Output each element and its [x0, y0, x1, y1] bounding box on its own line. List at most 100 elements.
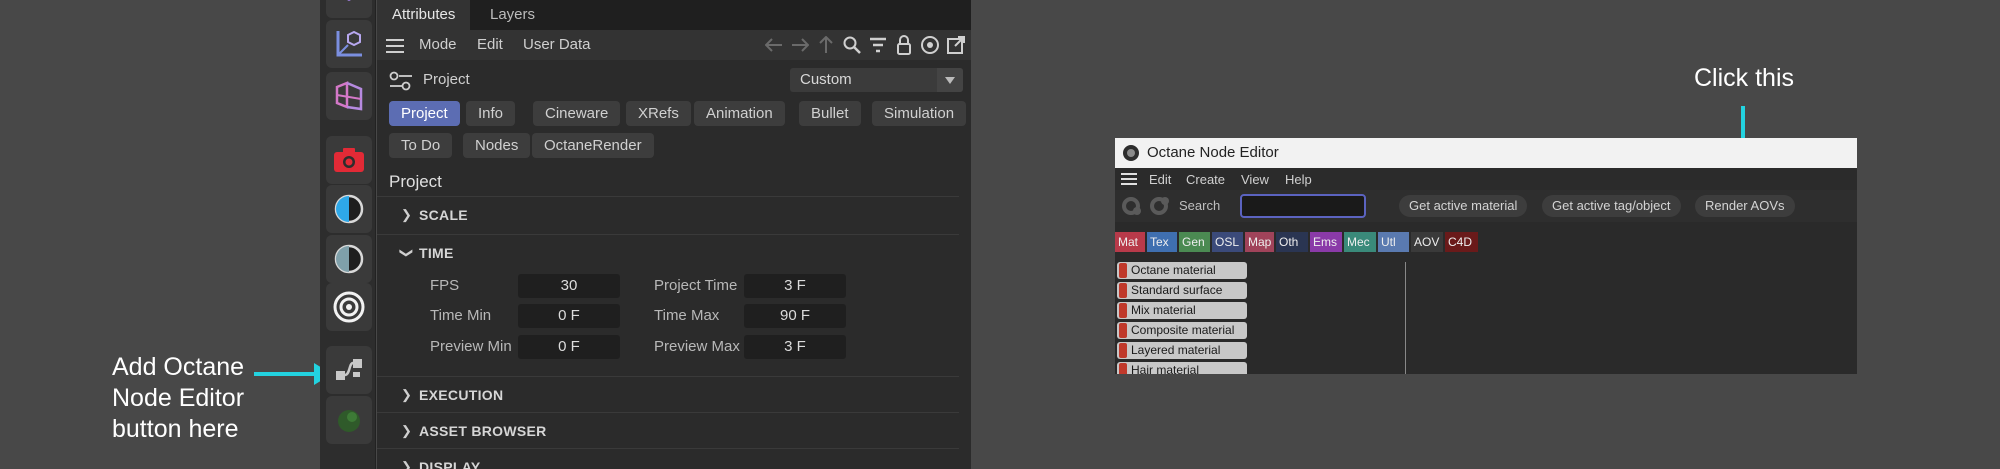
- category-mat[interactable]: Mat: [1115, 232, 1145, 252]
- list-item[interactable]: Composite material: [1117, 322, 1247, 339]
- tab-attributes[interactable]: Attributes: [377, 0, 471, 30]
- preset-value: Custom: [800, 71, 852, 88]
- list-item[interactable]: Octane material: [1117, 262, 1247, 279]
- category-oth[interactable]: Oth: [1276, 232, 1308, 252]
- group-scale[interactable]: ❯ SCALE: [377, 196, 959, 230]
- menu-edit[interactable]: Edit: [477, 30, 503, 60]
- pill-cineware[interactable]: Cineware: [533, 101, 621, 126]
- group-execution[interactable]: ❯ EXECUTION: [377, 376, 959, 410]
- annotation-add-button: Add Octane Node Editor button here: [112, 353, 245, 443]
- preview-min-field[interactable]: 0 F: [518, 335, 620, 359]
- toolbar-button-node-editor[interactable]: [326, 346, 372, 394]
- up-arrow-icon[interactable]: [815, 33, 837, 57]
- menu-mode[interactable]: Mode: [419, 30, 457, 60]
- tab-layers[interactable]: Layers: [475, 0, 550, 30]
- chevron-right-icon: ❯: [401, 459, 412, 469]
- object-row: Project Custom: [377, 64, 971, 96]
- list-item[interactable]: Standard surface: [1117, 282, 1247, 299]
- category-tex[interactable]: Tex: [1147, 232, 1177, 252]
- toolbar-button-fold[interactable]: [326, 72, 372, 120]
- chevron-right-icon: ❯: [401, 207, 412, 222]
- toolbar-button-target[interactable]: [326, 283, 372, 331]
- toolbar-button-axis[interactable]: [326, 20, 372, 68]
- gear-unlink-icon[interactable]: [1149, 196, 1171, 216]
- chevron-down-icon[interactable]: [937, 68, 963, 92]
- pill-nodes[interactable]: Nodes: [463, 133, 531, 158]
- toolbar-button-contrast-dark[interactable]: [326, 235, 372, 283]
- attribute-tabbar: Attributes Layers: [377, 0, 971, 30]
- group-time[interactable]: ❯ TIME: [377, 234, 959, 268]
- preview-max-label: Preview Max: [654, 338, 740, 355]
- get-active-material-button[interactable]: Get active material: [1399, 195, 1528, 217]
- toolbar-button-green[interactable]: [326, 396, 372, 444]
- filter-icon[interactable]: [867, 33, 889, 57]
- project-time-field[interactable]: 3 F: [744, 274, 846, 298]
- time-max-label: Time Max: [654, 307, 720, 324]
- back-arrow-icon[interactable]: [763, 33, 785, 57]
- preset-dropdown[interactable]: Custom: [790, 68, 963, 92]
- pill-xrefs[interactable]: XRefs: [626, 101, 691, 126]
- pill-todo[interactable]: To Do: [389, 133, 453, 158]
- time-min-field[interactable]: 0 F: [518, 304, 620, 328]
- target-small-icon[interactable]: [919, 33, 941, 57]
- list-item[interactable]: Mix material: [1117, 302, 1247, 319]
- get-active-tag-button[interactable]: Get active tag/object: [1542, 195, 1681, 217]
- menu-view[interactable]: View: [1241, 172, 1269, 187]
- search-icon[interactable]: [841, 33, 863, 57]
- menu-user-data[interactable]: User Data: [523, 30, 591, 60]
- render-aovs-button[interactable]: Render AOVs: [1695, 195, 1795, 217]
- pill-simulation[interactable]: Simulation: [872, 101, 967, 126]
- category-aov[interactable]: AOV: [1411, 232, 1443, 252]
- green-blob-icon: [338, 410, 360, 432]
- category-gen[interactable]: Gen: [1179, 232, 1210, 252]
- time-min-label: Time Min: [430, 307, 492, 324]
- pill-info[interactable]: Info: [466, 101, 516, 126]
- category-c4d[interactable]: C4D: [1445, 232, 1478, 252]
- attribute-toolbar-icons: [763, 33, 967, 57]
- fps-field[interactable]: 30: [518, 274, 620, 298]
- lock-icon[interactable]: [893, 33, 915, 57]
- forward-arrow-icon[interactable]: [789, 33, 811, 57]
- search-input[interactable]: [1240, 194, 1366, 218]
- node-editor-titlebar: Octane Node Editor: [1115, 138, 1857, 168]
- gear-link-icon[interactable]: [1121, 196, 1143, 216]
- menu-create[interactable]: Create: [1186, 172, 1225, 187]
- category-osl[interactable]: OSL: [1212, 232, 1243, 252]
- hamburger-icon[interactable]: [1121, 173, 1137, 188]
- list-item[interactable]: Hair material: [1117, 362, 1247, 374]
- group-display[interactable]: ❯ DISPLAY: [377, 448, 959, 469]
- category-map[interactable]: Map: [1245, 232, 1274, 252]
- pill-project[interactable]: Project: [389, 101, 460, 126]
- axis-icon: [336, 30, 362, 57]
- list-item[interactable]: Layered material: [1117, 342, 1247, 359]
- camera-icon: [334, 148, 364, 172]
- group-asset-browser[interactable]: ❯ ASSET BROWSER: [377, 412, 959, 446]
- pill-animation[interactable]: Animation: [694, 101, 785, 126]
- menu-edit[interactable]: Edit: [1149, 172, 1171, 187]
- category-mec[interactable]: Mec: [1344, 232, 1376, 252]
- node-list: Octane material Standard surface Mix mat…: [1115, 262, 1255, 374]
- toolbar-button-cube[interactable]: [326, 0, 372, 18]
- menu-help[interactable]: Help: [1285, 172, 1312, 187]
- search-label: Search: [1179, 198, 1221, 213]
- node-editor-title: Octane Node Editor: [1147, 144, 1279, 161]
- panel-divider[interactable]: [1405, 262, 1406, 374]
- hamburger-icon[interactable]: [386, 39, 404, 57]
- new-window-icon[interactable]: [945, 33, 967, 57]
- preview-max-field[interactable]: 3 F: [744, 335, 846, 359]
- pill-octanerender[interactable]: OctaneRender: [532, 133, 654, 158]
- cinema4d-logo-icon: [1123, 145, 1139, 161]
- target-icon: [333, 291, 365, 323]
- category-ems[interactable]: Ems: [1310, 232, 1342, 252]
- chevron-down-icon: ❯: [399, 247, 415, 259]
- contrast-icon: [334, 194, 364, 224]
- node-editor-toolbar: Search Get active material Get active ta…: [1115, 190, 1857, 222]
- toolbar-button-contrast[interactable]: [326, 185, 372, 233]
- node-editor-icon: [336, 359, 362, 380]
- attribute-manager: Attributes Layers Mode Edit User Data Pr…: [377, 0, 971, 469]
- pill-bullet[interactable]: Bullet: [799, 101, 861, 126]
- time-max-field[interactable]: 90 F: [744, 304, 846, 328]
- category-utl[interactable]: Utl: [1378, 232, 1409, 252]
- tab-pills-row2: To Do Nodes OctaneRender: [389, 133, 969, 158]
- toolbar-button-camera[interactable]: [326, 136, 372, 184]
